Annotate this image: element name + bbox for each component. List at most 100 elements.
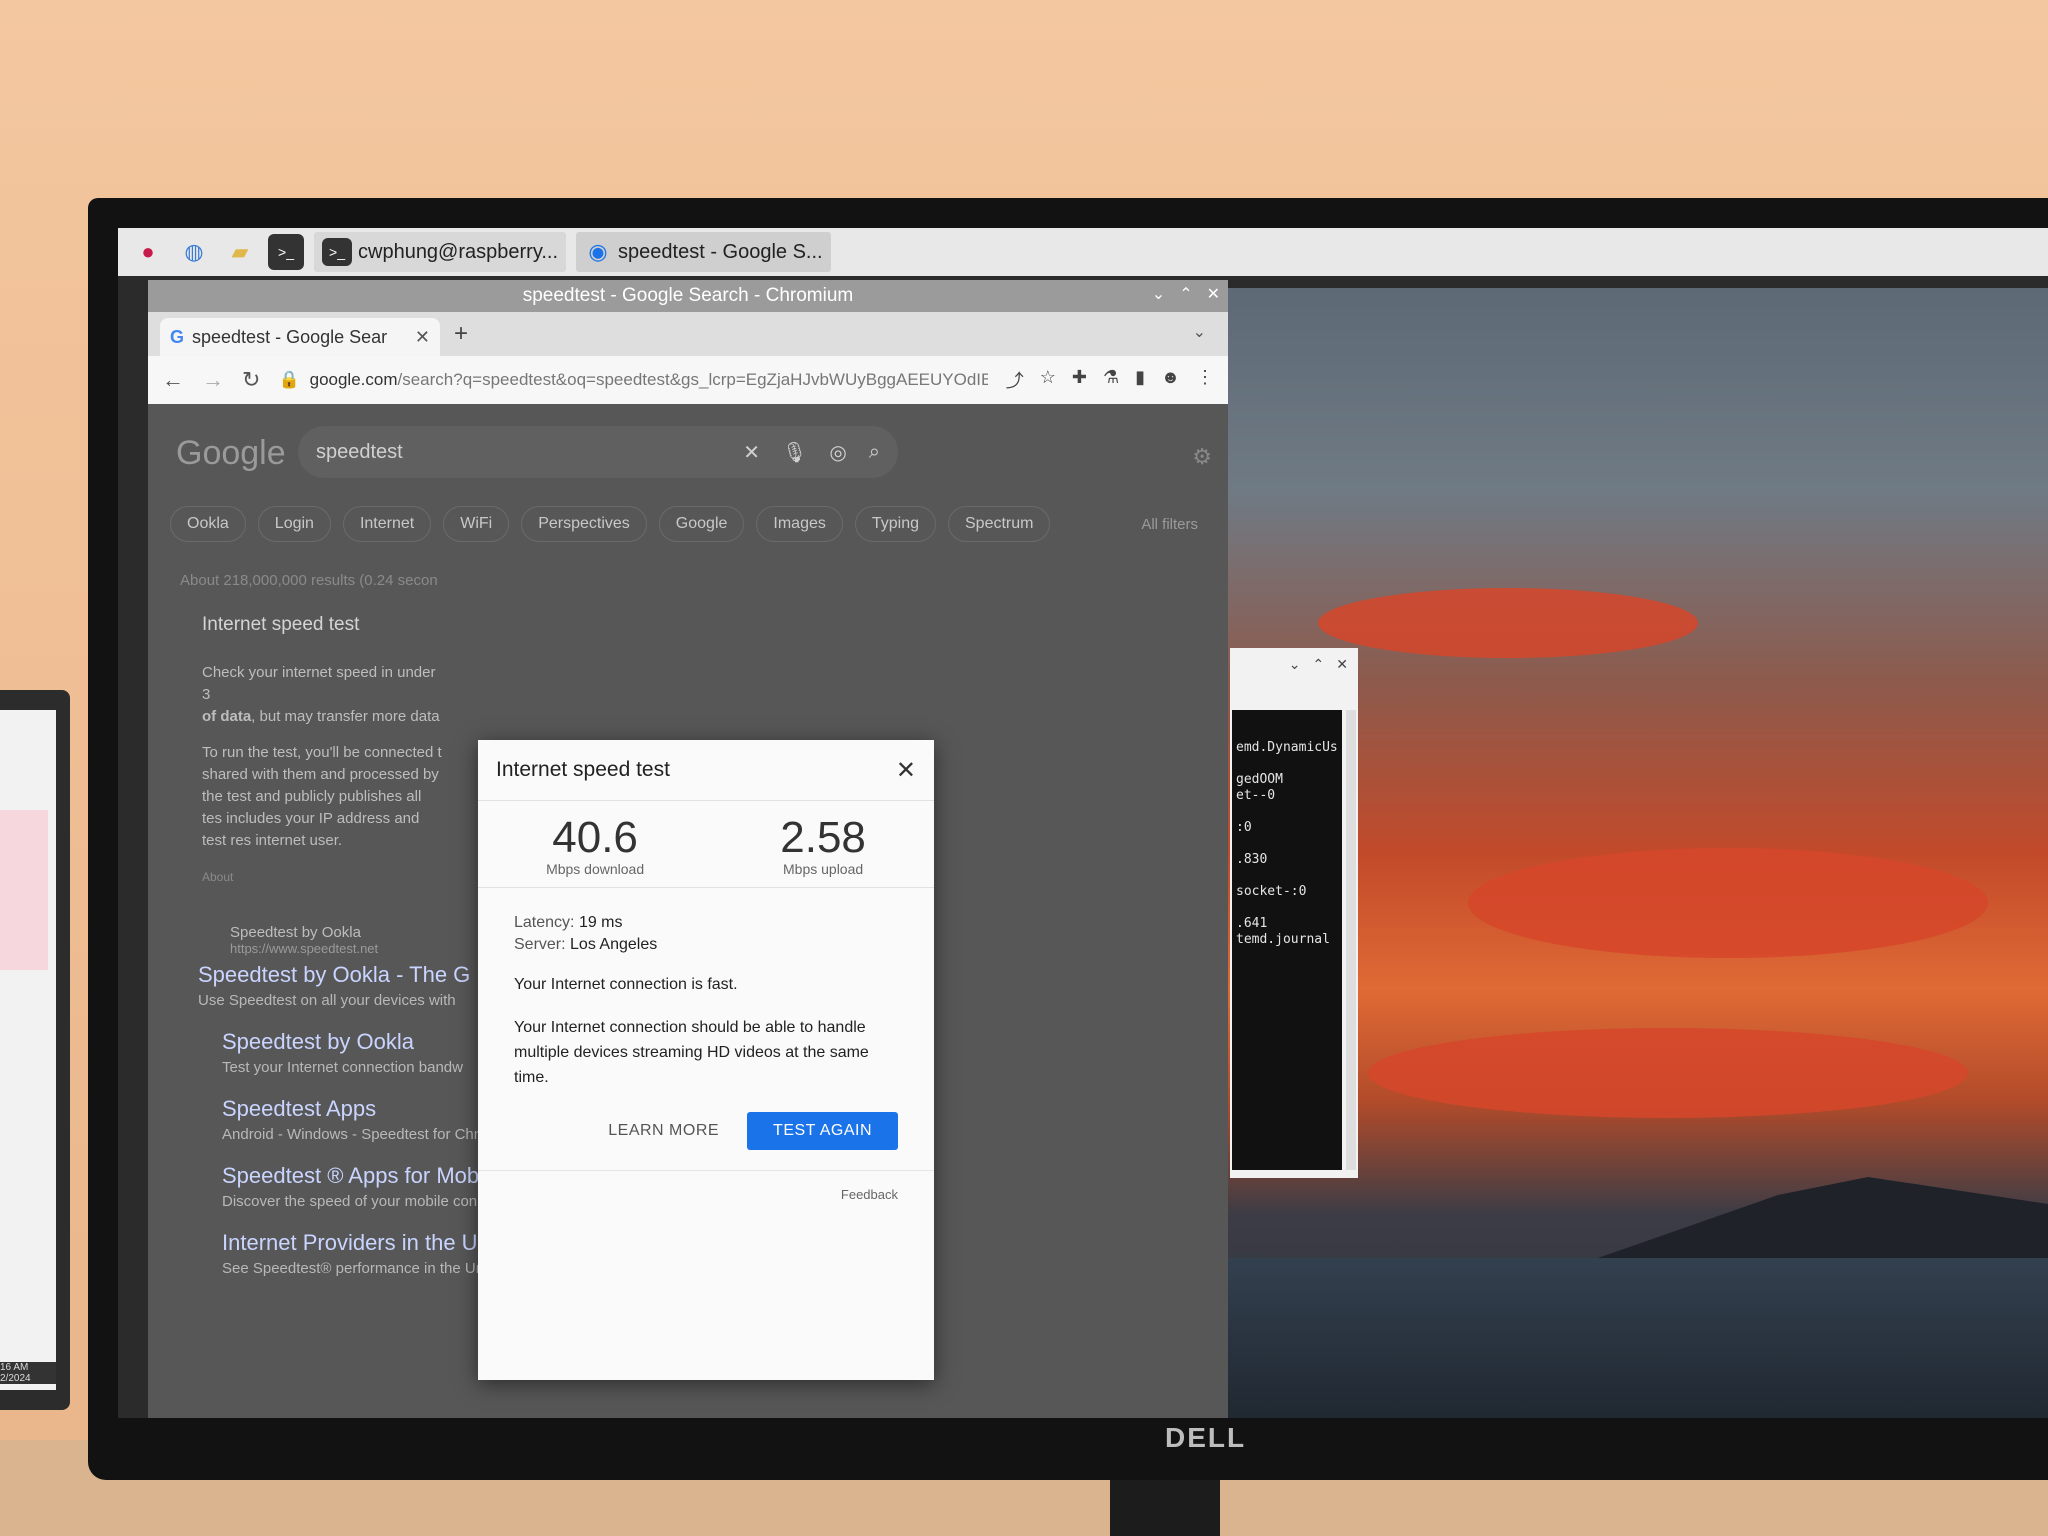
maximize-icon[interactable]: ⌃ xyxy=(1313,656,1325,688)
terminal-line: .641 temd.journal xyxy=(1236,916,1330,947)
card-about-link[interactable]: About xyxy=(202,866,444,888)
reload-icon[interactable]: ↻ xyxy=(242,367,260,393)
card-title: Internet speed test xyxy=(202,614,360,635)
upload-value: 2.58 xyxy=(780,813,866,862)
profile-icon[interactable]: ☻ xyxy=(1161,367,1180,393)
chip-login[interactable]: Login xyxy=(257,506,331,542)
terminal-window: ⌄ ⌃ ✕ emd.DynamicUs gedOOM et--0 :0 .830… xyxy=(1230,648,1358,1178)
raspberry-menu-icon[interactable]: ● xyxy=(130,234,166,270)
chip-perspectives[interactable]: Perspectives xyxy=(521,506,647,542)
chip-typing[interactable]: Typing xyxy=(854,506,936,542)
terminal-line: gedOOM et--0 xyxy=(1236,772,1283,803)
speed-test-card: Internet speed test Check your internet … xyxy=(194,604,444,884)
bookmark-star-icon[interactable]: ☆ xyxy=(1040,367,1056,393)
google-favicon-icon: G xyxy=(170,326,185,347)
upload-speed: 2.58 Mbps upload xyxy=(780,813,866,878)
chip-google[interactable]: Google xyxy=(658,506,745,542)
tab-speedtest[interactable]: G speedtest - Google Sear ✕ xyxy=(160,318,440,356)
latency-row: Latency: 19 ms xyxy=(514,914,898,932)
latency-value: 19 ms xyxy=(578,914,623,931)
wallpaper-cloud xyxy=(1368,1028,1968,1118)
address-bar[interactable]: 🔒 google.com/search?q=speedtest&oq=speed… xyxy=(278,363,987,397)
tab-title: speedtest - Google Sear xyxy=(192,326,388,347)
new-tab-icon[interactable]: + xyxy=(454,320,468,348)
url-domain: google.com xyxy=(309,370,398,389)
settings-gear-icon[interactable]: ⚙ xyxy=(1192,444,1212,470)
forward-icon[interactable]: → xyxy=(202,367,224,393)
side-panel-icon[interactable]: ▮ xyxy=(1135,367,1145,393)
terminal-output[interactable]: emd.DynamicUs gedOOM et--0 :0 .830 socke… xyxy=(1232,710,1342,1170)
download-unit: Mbps download xyxy=(546,861,645,877)
dialog-body: Latency: 19 ms Server: Los Angeles Your … xyxy=(478,888,934,1090)
back-icon[interactable]: ← xyxy=(162,367,184,393)
laptop-screen: 16 AM 2/2024 xyxy=(0,710,56,1390)
wallpaper-cloud xyxy=(1468,848,1988,958)
chip-images[interactable]: Images xyxy=(756,506,843,542)
laptop-clock: 16 AM 2/2024 xyxy=(0,1362,56,1384)
filter-chips: Ookla Login Internet WiFi Perspectives G… xyxy=(170,506,1051,542)
monitor-brand-logo: DELL xyxy=(1165,1422,1247,1453)
chip-ookla[interactable]: Ookla xyxy=(170,506,246,542)
window-title: speedtest - Google Search - Chromium xyxy=(522,285,854,306)
upload-unit: Mbps upload xyxy=(783,861,864,877)
speed-test-dialog: Internet speed test ✕ 40.6 Mbps download… xyxy=(478,740,934,1380)
taskbar: ● ◍ ▰ >_ >_ cwphung@raspberry... ◉ speed… xyxy=(118,228,2048,276)
terminal-scrollbar[interactable] xyxy=(1346,710,1356,1170)
web-browser-icon[interactable]: ◍ xyxy=(176,234,212,270)
extensions-icon[interactable]: ✚ xyxy=(1072,367,1087,393)
clear-search-icon[interactable]: ✕ xyxy=(743,440,760,465)
chromium-icon: ◉ xyxy=(588,239,608,264)
server-label: Server: xyxy=(514,936,566,953)
dialog-close-icon[interactable]: ✕ xyxy=(896,756,916,785)
result-stats: About 218,000,000 results (0.24 secon xyxy=(180,572,438,589)
terminal-line: :0 xyxy=(1236,820,1252,835)
card-disclaimer: To run the test, you'll be connected t s… xyxy=(202,744,442,849)
taskbar-task-chromium[interactable]: ◉ speedtest - Google S... xyxy=(576,232,831,272)
download-speed: 40.6 Mbps download xyxy=(546,815,645,878)
url-path: /search?q=speedtest&oq=speedtest&gs_lcrp… xyxy=(397,370,988,389)
file-manager-icon[interactable]: ▰ xyxy=(222,234,258,270)
laptop: 16 AM 2/2024 xyxy=(0,690,70,1410)
google-logo[interactable]: Google xyxy=(176,434,286,473)
chromium-window: speedtest - Google Search - Chromium ⌄ ⌃… xyxy=(148,280,1228,1418)
card-intro: Check your internet speed in under 3 of d… xyxy=(202,664,440,725)
terminal-line: .830 xyxy=(1236,852,1268,867)
close-icon[interactable]: ✕ xyxy=(1207,284,1220,304)
all-filters-button[interactable]: All filters xyxy=(1141,516,1198,533)
chip-wifi[interactable]: WiFi xyxy=(443,506,510,542)
test-again-button[interactable]: TEST AGAIN xyxy=(747,1112,898,1150)
search-box[interactable]: speedtest ✕ 🎙 ◎ ⌕ xyxy=(298,426,898,478)
connection-detail: Your Internet connection should be able … xyxy=(514,1019,869,1086)
microphone-icon[interactable]: 🎙 xyxy=(782,440,807,465)
lens-camera-icon[interactable]: ◎ xyxy=(829,440,846,465)
server-value: Los Angeles xyxy=(570,936,658,953)
learn-more-button[interactable]: LEARN MORE xyxy=(608,1122,719,1140)
monitor-stand xyxy=(1110,1480,1220,1536)
laptop-app-window xyxy=(0,810,48,970)
minimize-icon[interactable]: ⌄ xyxy=(1289,656,1301,688)
terminal-titlebar[interactable]: ⌄ ⌃ ✕ xyxy=(1230,648,1358,688)
close-icon[interactable]: ✕ xyxy=(1336,656,1348,688)
minimize-icon[interactable]: ⌄ xyxy=(1152,284,1165,304)
labs-flask-icon[interactable]: ⚗ xyxy=(1103,367,1119,393)
maximize-icon[interactable]: ⌃ xyxy=(1179,284,1192,304)
search-icon[interactable]: ⌕ xyxy=(869,441,880,464)
dialog-header: Internet speed test ✕ xyxy=(478,740,934,801)
share-icon[interactable]: ⤴ xyxy=(1006,367,1024,393)
speed-results: 40.6 Mbps download 2.58 Mbps upload xyxy=(478,801,934,888)
connection-status: Your Internet connection is fast. xyxy=(514,976,738,993)
terminal-line: emd.DynamicUs xyxy=(1236,740,1338,755)
chip-spectrum[interactable]: Spectrum xyxy=(948,506,1051,542)
window-titlebar[interactable]: speedtest - Google Search - Chromium ⌄ ⌃… xyxy=(148,280,1228,312)
terminal-icon: >_ xyxy=(322,238,352,266)
search-query: speedtest xyxy=(316,440,403,463)
tab-search-chevron-icon[interactable]: ⌄ xyxy=(1193,322,1206,342)
menu-kebab-icon[interactable]: ⋮ xyxy=(1196,367,1214,393)
taskbar-task-terminal[interactable]: >_ cwphung@raspberry... xyxy=(314,232,567,272)
tab-close-icon[interactable]: ✕ xyxy=(415,327,430,348)
terminal-launcher-icon[interactable]: >_ xyxy=(268,234,304,270)
desktop-screen: ● ◍ ▰ >_ >_ cwphung@raspberry... ◉ speed… xyxy=(118,228,2048,1418)
chip-internet[interactable]: Internet xyxy=(342,506,432,542)
feedback-link[interactable]: Feedback xyxy=(478,1171,934,1202)
wallpaper-sea xyxy=(1228,1258,2048,1418)
